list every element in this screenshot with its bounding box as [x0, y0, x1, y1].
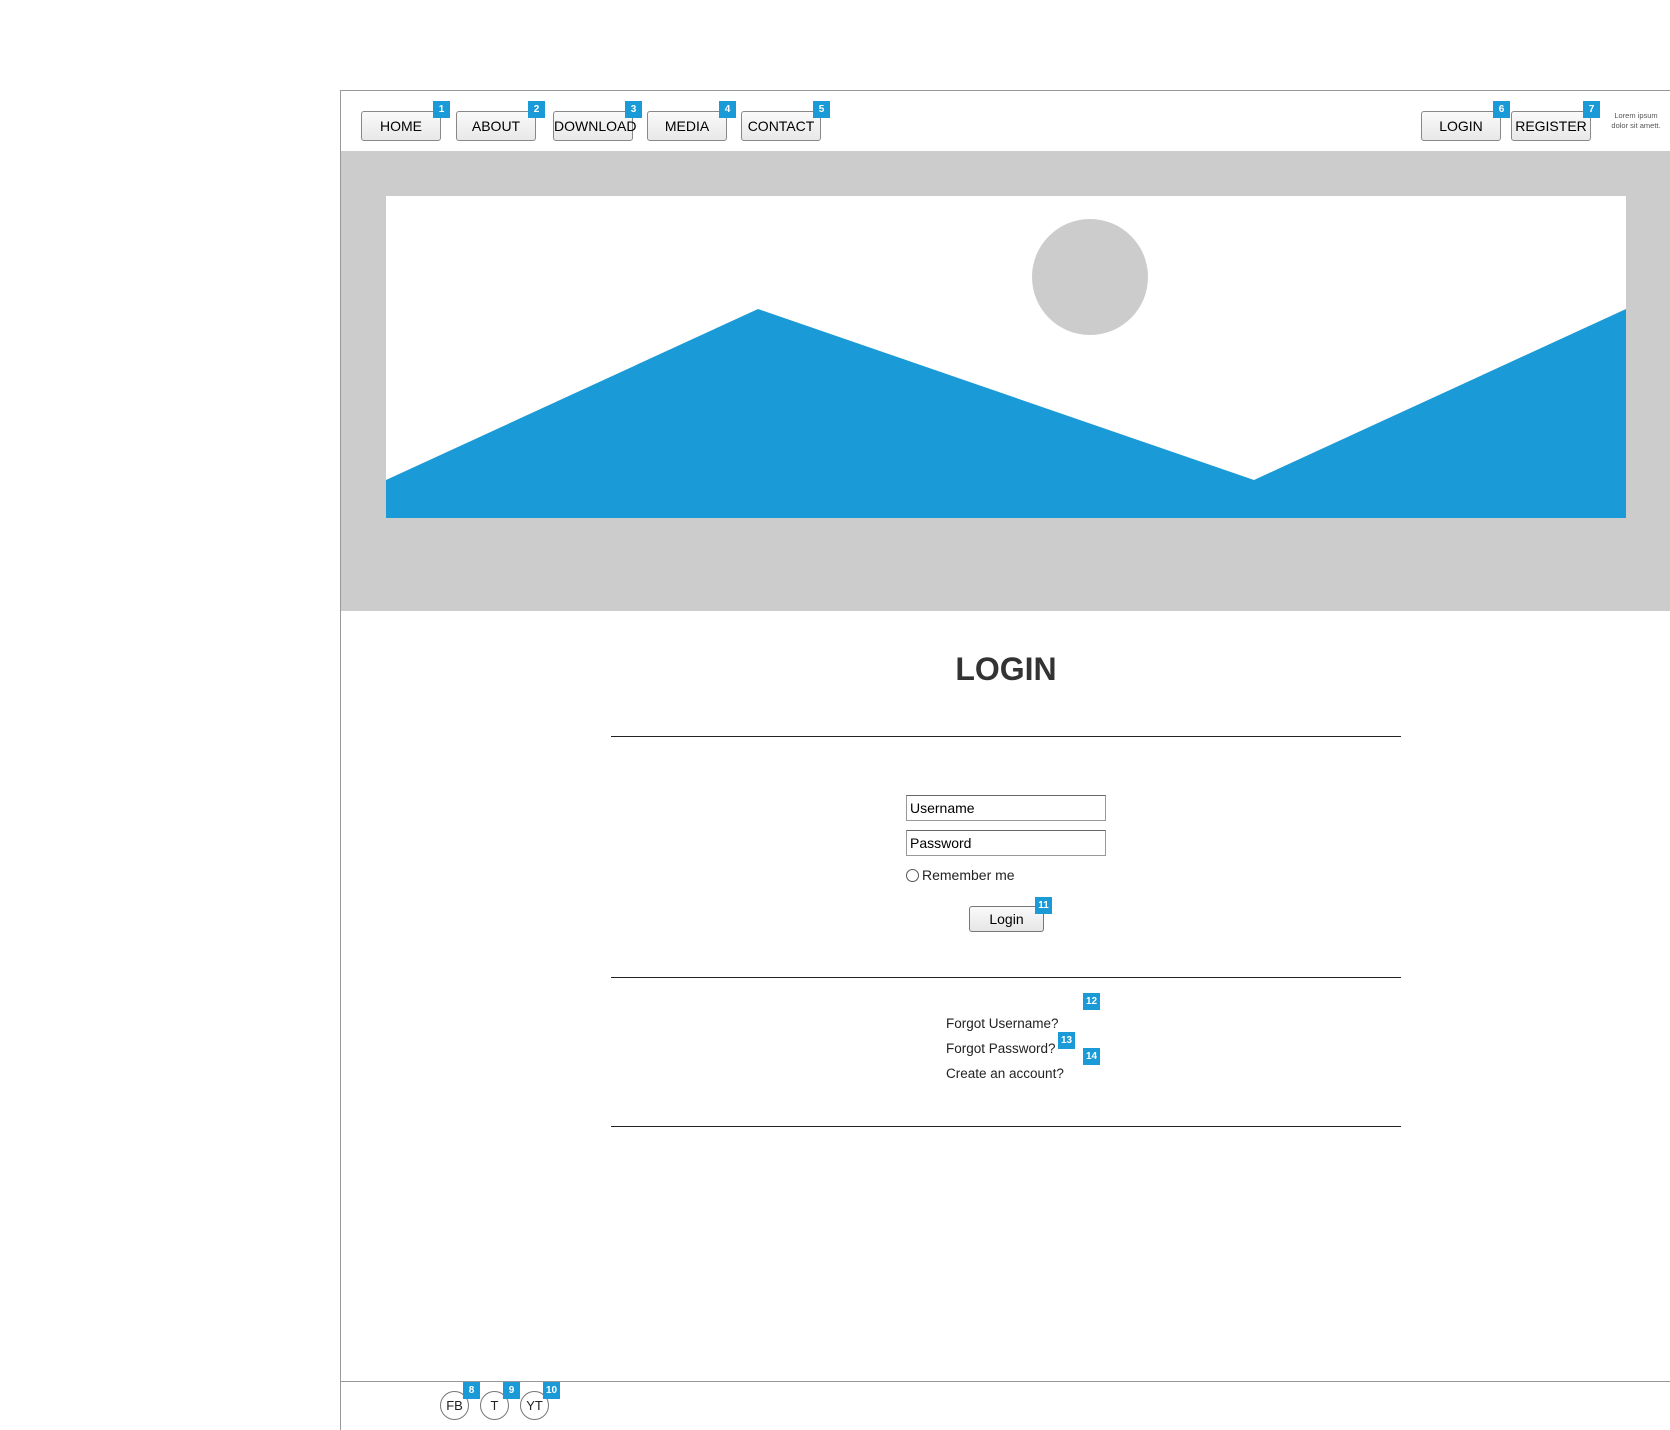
nav-item-contact[interactable]: CONTACT [741, 111, 821, 141]
register-nav-button[interactable]: REGISTER [1511, 111, 1591, 141]
social-label: FB [446, 1398, 463, 1413]
hero-banner [341, 151, 1670, 611]
badge: 13 [1058, 1032, 1075, 1049]
page-title: LOGIN [955, 651, 1057, 687]
badge: 4 [719, 101, 736, 118]
nav-item-label: DOWNLOAD [554, 118, 637, 134]
nav-item-label: REGISTER [1515, 118, 1587, 134]
badge: 7 [1583, 101, 1600, 118]
badge: 3 [625, 101, 642, 118]
sun-shape [1032, 219, 1148, 335]
nav-item-label: LOGIN [1439, 118, 1483, 134]
button-label: Login [989, 911, 1024, 927]
badge: 2 [528, 101, 545, 118]
badge: 11 [1035, 897, 1052, 914]
image-placeholder-icon [386, 196, 1626, 518]
nav-item-about[interactable]: ABOUT [456, 111, 536, 141]
badge: 9 [503, 1382, 520, 1399]
divider [611, 1126, 1401, 1127]
radio-icon[interactable] [906, 868, 919, 882]
badge: 6 [1493, 101, 1510, 118]
divider [611, 736, 1401, 737]
forgot-password-link[interactable]: Forgot Password? [946, 1041, 1056, 1056]
badge: 14 [1083, 1048, 1100, 1065]
page-frame: HOME 1 ABOUT 2 DOWNLOAD 3 MEDIA 4 CONTAC… [340, 90, 1670, 1430]
social-label: YT [526, 1398, 543, 1413]
password-input[interactable] [906, 830, 1106, 856]
badge: 1 [433, 101, 450, 118]
forgot-username-link[interactable]: Forgot Username? [946, 1016, 1059, 1031]
nav-item-label: HOME [380, 118, 422, 134]
header-note-line: dolor sit amett. [1611, 121, 1661, 130]
login-submit-button[interactable]: Login [969, 906, 1044, 932]
header-note: Lorem ipsum dolor sit amett. [1604, 111, 1668, 131]
header-note-line: Lorem ipsum [1614, 111, 1658, 120]
mountain-shape [386, 309, 1626, 518]
badge: 5 [813, 101, 830, 118]
footer-divider [341, 1381, 1670, 1382]
remember-me-label: Remember me [922, 867, 1015, 883]
badge: 10 [543, 1382, 560, 1399]
nav-item-media[interactable]: MEDIA [647, 111, 727, 141]
nav-item-label: MEDIA [664, 118, 710, 134]
remember-me[interactable]: Remember me [906, 867, 1015, 883]
nav-item-label: CONTACT [747, 118, 815, 134]
divider [611, 977, 1401, 978]
social-label: T [490, 1398, 499, 1413]
username-input[interactable] [906, 795, 1106, 821]
login-nav-button[interactable]: LOGIN [1421, 111, 1501, 141]
nav-item-download[interactable]: DOWNLOAD [553, 111, 637, 141]
badge: 12 [1083, 993, 1100, 1010]
badge: 8 [463, 1382, 480, 1399]
nav-item-home[interactable]: HOME [361, 111, 441, 141]
nav-item-label: ABOUT [471, 118, 521, 134]
create-account-link[interactable]: Create an account? [946, 1066, 1064, 1081]
